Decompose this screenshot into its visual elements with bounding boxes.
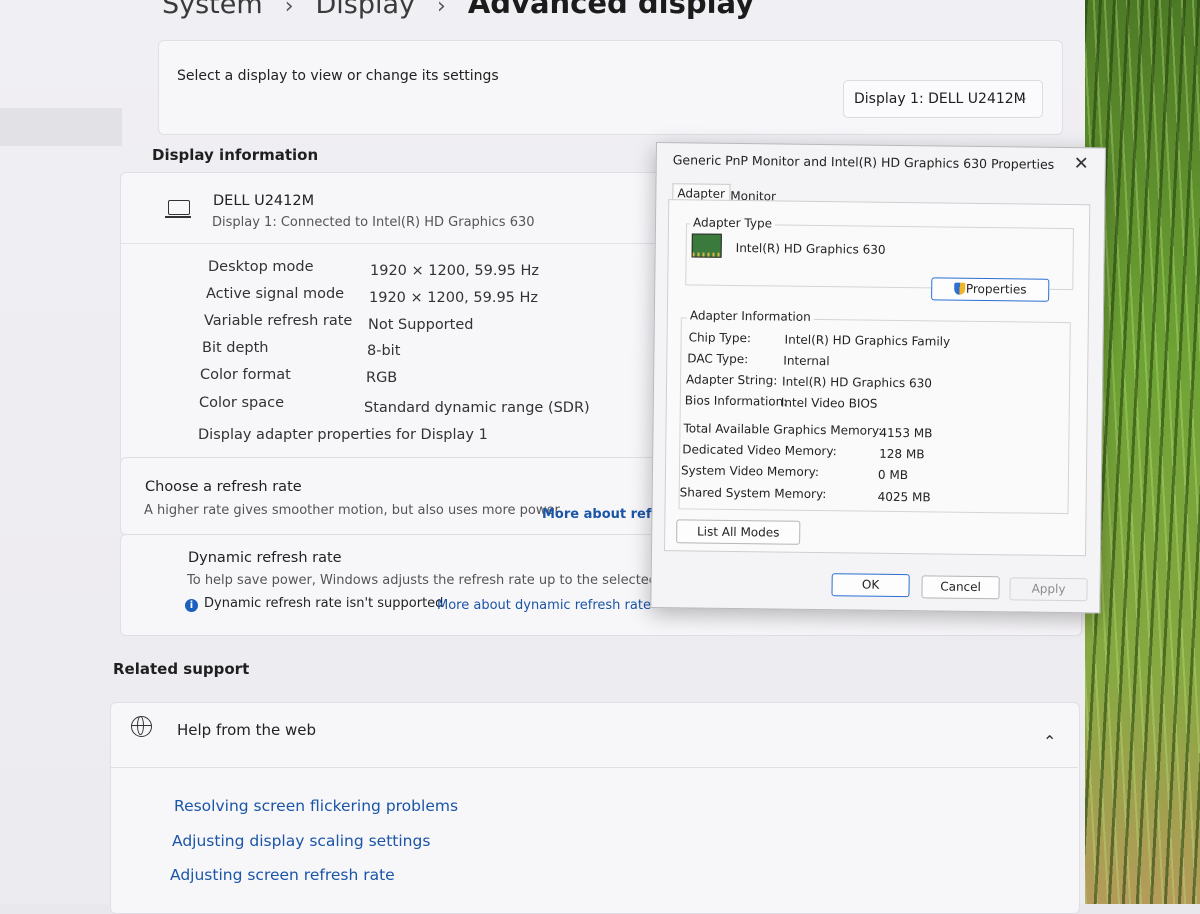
related-support-title: Related support (113, 660, 250, 678)
adapter-string-label: Adapter String: (686, 372, 778, 388)
help-link-refresh-rate[interactable]: Adjusting screen refresh rate (170, 866, 395, 884)
info-value-color-format: RGB (366, 370, 398, 386)
more-about-dynamic-refresh-link[interactable]: More about dynamic refresh rate (437, 598, 651, 613)
info-icon: i (185, 599, 198, 612)
system-memory-value: 0 MB (877, 467, 909, 483)
adapter-name: Intel(R) HD Graphics 630 (735, 240, 886, 257)
info-label-color-space: Color space (199, 395, 285, 411)
system-memory-label: System Video Memory: (680, 463, 820, 480)
apply-button[interactable]: Apply (1009, 577, 1088, 602)
total-memory-label: Total Available Graphics Memory: (683, 421, 883, 438)
display-info-title: Display information (152, 146, 319, 164)
shared-memory-value: 4025 MB (877, 489, 931, 505)
adapter-string-value: Intel(R) HD Graphics 630 (781, 374, 933, 391)
page-title: Advanced display (467, 0, 755, 20)
breadcrumb-display[interactable]: Display (316, 0, 416, 20)
breadcrumb-system[interactable]: System (162, 0, 263, 20)
list-all-modes-button[interactable]: List All Modes (676, 519, 801, 545)
monitor-connection: Display 1: Connected to Intel(R) HD Grap… (212, 215, 535, 230)
dedicated-memory-value: 128 MB (879, 446, 925, 462)
chevron-up-icon[interactable]: ⌃ (1043, 732, 1056, 751)
shared-memory-label: Shared System Memory: (679, 485, 827, 502)
divider (110, 767, 1078, 768)
nav-pane-highlight (0, 108, 122, 146)
dedicated-memory-label: Dedicated Video Memory: (682, 442, 837, 459)
help-from-web-title[interactable]: Help from the web (177, 721, 316, 739)
info-value-active-signal: 1920 × 1200, 59.95 Hz (369, 290, 539, 306)
dynamic-refresh-notice: i Dynamic refresh rate isn't supported (185, 596, 443, 612)
dac-type-value: Internal (783, 353, 830, 369)
breadcrumb-separator-icon: › (437, 0, 446, 19)
bios-info-label: Bios Information: (684, 393, 788, 409)
info-value-desktop-mode: 1920 × 1200, 59.95 Hz (370, 263, 540, 279)
adapter-properties-button[interactable]: Properties (931, 277, 1050, 302)
adapter-info-label: Adapter Information (686, 308, 814, 324)
graphics-card-icon (691, 233, 722, 258)
display-adapter-properties-link[interactable]: Display adapter properties for Display 1 (198, 427, 488, 443)
cancel-button[interactable]: Cancel (921, 575, 1000, 600)
info-value-vrr: Not Supported (368, 317, 474, 333)
info-label-active-signal: Active signal mode (206, 286, 345, 302)
info-label-desktop-mode: Desktop mode (208, 259, 314, 275)
display-select-dropdown[interactable]: Display 1: DELL U2412M ⌄ (843, 80, 1043, 118)
adapter-type-label: Adapter Type (689, 215, 776, 231)
display-select-value: Display 1: DELL U2412M (854, 91, 1026, 107)
dynamic-refresh-notice-text: Dynamic refresh rate isn't supported (204, 596, 444, 611)
breadcrumb: System › Display › Advanced display (162, 0, 754, 30)
monitor-icon (165, 200, 191, 218)
adapter-properties-dialog: Generic PnP Monitor and Intel(R) HD Grap… (650, 142, 1106, 614)
help-link-flickering[interactable]: Resolving screen flickering problems (174, 797, 458, 815)
dynamic-refresh-desc: To help save power, Windows adjusts the … (187, 573, 688, 588)
help-link-scaling[interactable]: Adjusting display scaling settings (172, 832, 430, 850)
properties-button-label: Properties (965, 281, 1027, 297)
total-memory-value: 4153 MB (879, 425, 933, 441)
chevron-down-icon: ⌄ (1017, 90, 1028, 104)
globe-icon (131, 716, 152, 737)
select-display-prompt: Select a display to view or change its s… (177, 68, 499, 84)
info-label-bit-depth: Bit depth (202, 340, 269, 356)
dialog-title: Generic PnP Monitor and Intel(R) HD Grap… (672, 152, 1055, 172)
chip-type-label: Chip Type: (688, 330, 752, 346)
refresh-rate-desc: A higher rate gives smoother motion, but… (144, 503, 560, 518)
info-label-vrr: Variable refresh rate (204, 313, 353, 329)
uac-shield-icon (953, 282, 965, 295)
ok-button[interactable]: OK (831, 573, 910, 598)
info-label-color-format: Color format (200, 367, 291, 383)
refresh-rate-title: Choose a refresh rate (145, 479, 302, 495)
dac-type-label: DAC Type: (687, 351, 749, 367)
bios-info-value: Intel Video BIOS (780, 395, 878, 411)
breadcrumb-separator-icon: › (284, 0, 294, 19)
monitor-name: DELL U2412M (213, 193, 315, 209)
chip-type-value: Intel(R) HD Graphics Family (784, 332, 951, 349)
dynamic-refresh-title: Dynamic refresh rate (188, 550, 342, 566)
desktop-wallpaper (1085, 0, 1200, 904)
info-value-color-space: Standard dynamic range (SDR) (364, 400, 590, 416)
close-icon[interactable]: ✕ (1074, 153, 1089, 174)
info-value-bit-depth: 8-bit (367, 343, 401, 359)
